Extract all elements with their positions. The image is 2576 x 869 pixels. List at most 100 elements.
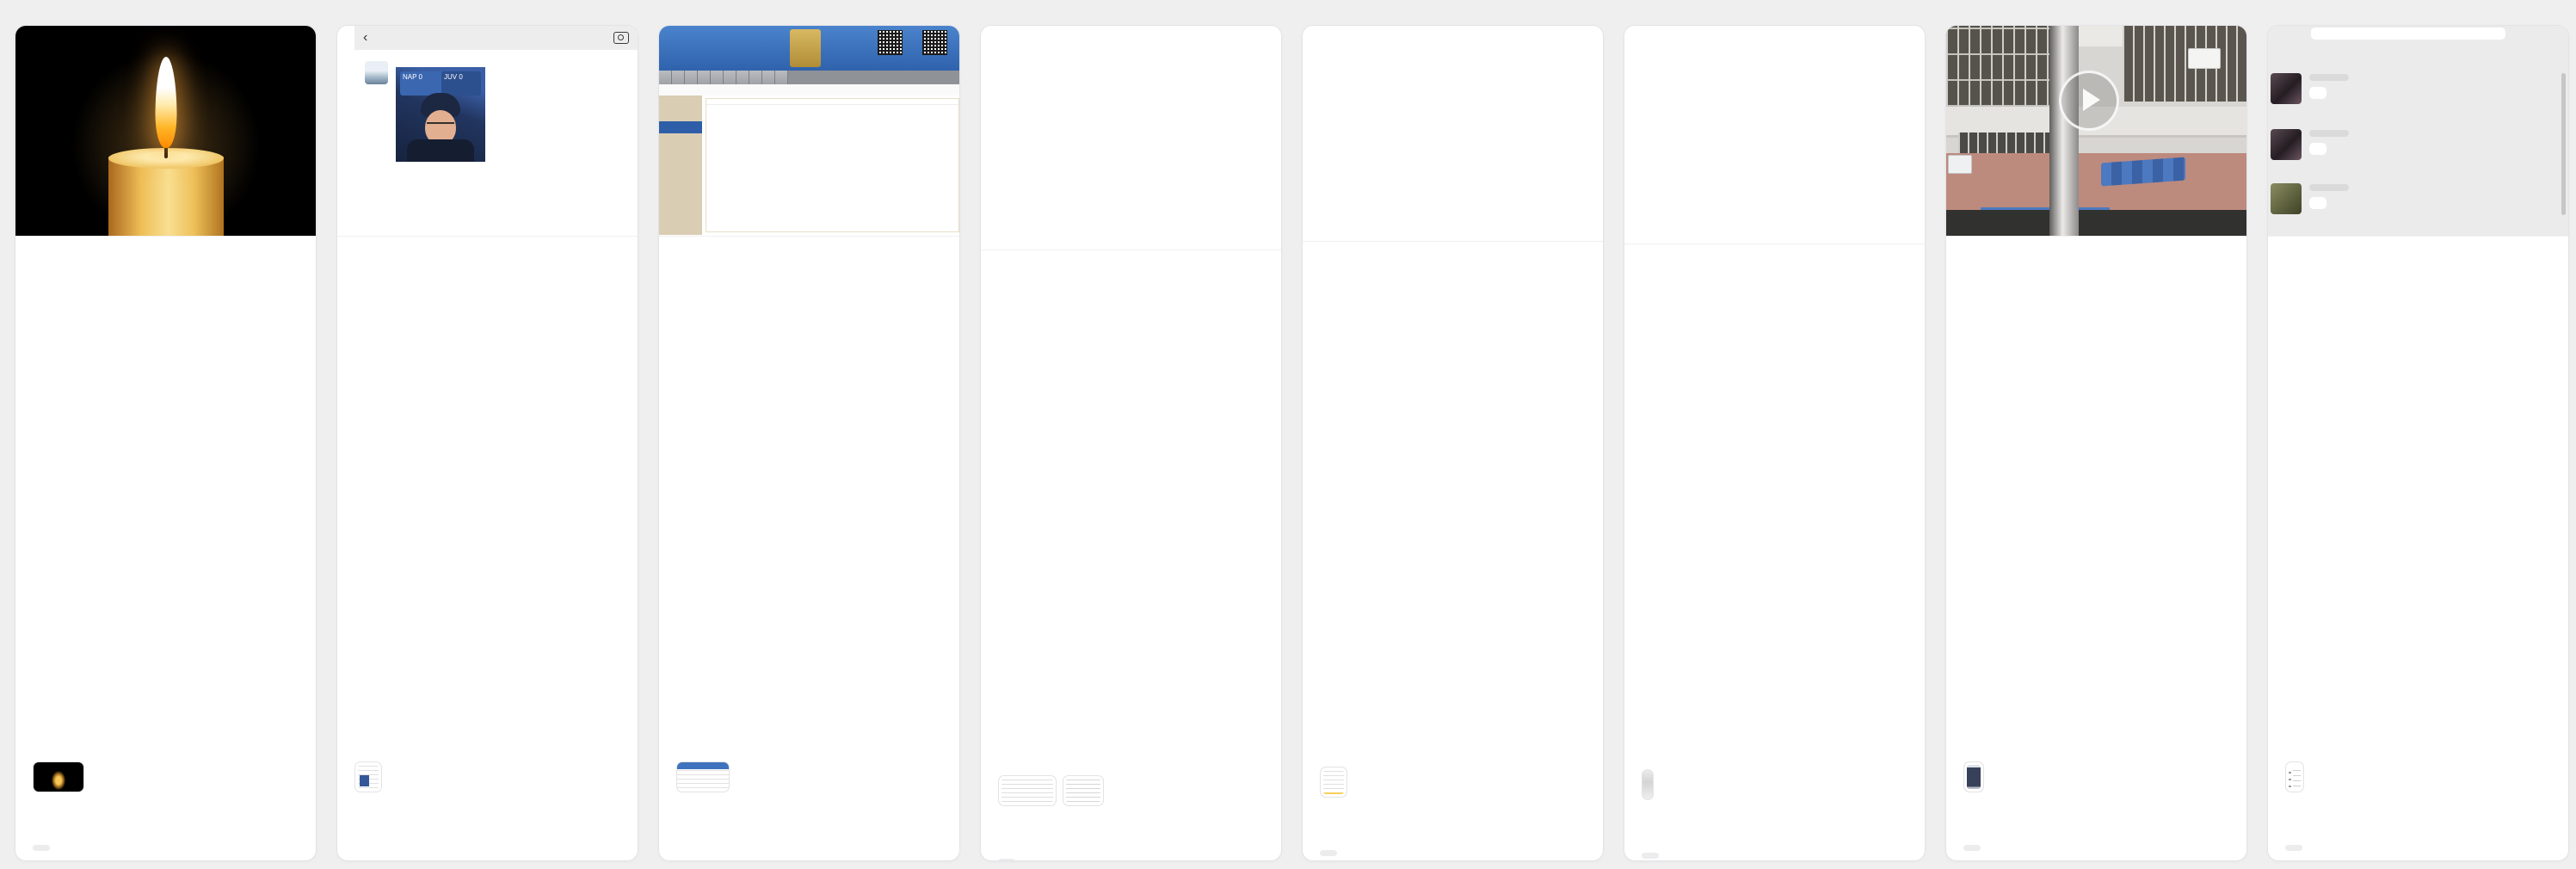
deceased-description-field (1963, 507, 2229, 629)
hospital-site-content (659, 96, 959, 235)
wechat-post-body: NAP 0JUV 0 (396, 61, 589, 162)
city-field (676, 301, 942, 367)
direct-info-field (1320, 850, 1586, 856)
memorial-card[interactable] (15, 26, 316, 860)
avatar (2271, 73, 2302, 104)
memorial-card[interactable] (1303, 26, 1603, 860)
image-field (676, 761, 942, 833)
memorial-card-gallery: ‹NAP 0JUV 0 (0, 0, 2576, 869)
city-field (1320, 306, 1586, 372)
district-field (1320, 378, 1586, 434)
card-body (1946, 237, 2246, 851)
nav-item (698, 71, 711, 84)
nav-item (762, 71, 775, 84)
announcement-body (706, 108, 958, 110)
attachment-thumbnails (676, 761, 942, 792)
address-field (676, 434, 942, 501)
empty-value-pill (998, 859, 1015, 860)
memorial-card[interactable] (2268, 26, 2568, 860)
image-field (354, 761, 620, 833)
card-number (354, 254, 620, 295)
address-field (1642, 442, 1907, 508)
attachment-thumbnails (2285, 761, 2551, 792)
nav-item (711, 71, 724, 84)
memorial-card[interactable] (1946, 26, 2246, 860)
candle-body (108, 157, 224, 236)
attachment-thumbnails (998, 775, 1264, 806)
direct-info-field (33, 845, 299, 851)
memorial-card[interactable] (659, 26, 959, 860)
textemoji-thumbnail[interactable] (1320, 767, 1347, 798)
nav-item (775, 71, 788, 84)
attachment-thumbnails (33, 761, 299, 792)
memorial-card[interactable]: ‹NAP 0JUV 0 (337, 26, 638, 860)
attachment-thumbnails (1320, 767, 1586, 798)
scrollbar[interactable] (2561, 73, 2566, 215)
announcement-panel (706, 98, 959, 232)
event-description-field (998, 649, 1264, 769)
chat-bubble (2311, 28, 2505, 40)
doc-thumbnail[interactable] (354, 761, 382, 792)
event-description-field (2285, 635, 2551, 755)
scarf-shape (407, 139, 474, 162)
district-field (1963, 373, 2229, 428)
direct-info-field (2285, 845, 2551, 851)
deceased-description-field (1320, 512, 1586, 634)
textwide-thumbnail[interactable] (998, 775, 1057, 806)
event-description-field (676, 635, 942, 755)
deceased-description-field (33, 507, 299, 629)
empty-value-pill (1320, 850, 1337, 856)
address-field (354, 434, 620, 501)
address-field (1963, 434, 2229, 501)
card-body (2268, 237, 2568, 851)
nav-item (659, 71, 672, 84)
card-media (1624, 26, 1925, 244)
nav-item (749, 71, 762, 84)
district-field (2285, 373, 2551, 428)
city-field (998, 315, 1264, 380)
district-field (676, 373, 942, 428)
list-thumbnail[interactable] (2285, 761, 2304, 792)
candle-thumbnail[interactable] (33, 761, 84, 792)
attachment-thumbnails (1642, 769, 1907, 800)
strip-thumbnail[interactable] (1642, 769, 1654, 800)
text-thumbnail[interactable] (1063, 775, 1104, 806)
memorial-card[interactable] (981, 26, 1281, 860)
card-number (998, 268, 1264, 309)
card-media (1303, 26, 1603, 242)
address-field (33, 434, 299, 501)
redacted-username (2309, 74, 2349, 81)
dark-thumbnail[interactable] (1963, 761, 1984, 792)
card-media (15, 26, 316, 237)
card-body (1624, 244, 1925, 859)
nav-item (724, 71, 736, 84)
district-field (998, 386, 1264, 442)
image-field (1320, 767, 1586, 838)
card-media (981, 26, 1281, 250)
image-field (33, 761, 299, 833)
avatar (2271, 129, 2302, 160)
event-description-field (354, 635, 620, 755)
avatar (2271, 183, 2302, 214)
address-field (2285, 434, 2551, 501)
anniversary-emblem (790, 29, 821, 67)
city-field (354, 301, 620, 367)
site-thumbnail[interactable] (676, 761, 730, 792)
scoreboard-left: NAP 0 (400, 71, 443, 96)
memorial-card[interactable] (1624, 26, 1925, 860)
card-number (1642, 262, 1907, 303)
card-number (676, 254, 942, 295)
building-photo-part (2188, 48, 2221, 69)
deceased-description-field (1642, 515, 1907, 637)
hospital-site-header (659, 26, 959, 71)
image-field (1963, 761, 2229, 833)
building-photo-part (2049, 26, 2079, 236)
building-photo-part (1948, 155, 1972, 174)
direct-info-field (1963, 845, 2229, 851)
card-media (659, 26, 959, 237)
district-field (354, 373, 620, 428)
hospital-site-nav (659, 71, 959, 84)
building-photo-part (1946, 210, 2246, 236)
city-field (33, 301, 299, 367)
nav-item (672, 71, 685, 84)
